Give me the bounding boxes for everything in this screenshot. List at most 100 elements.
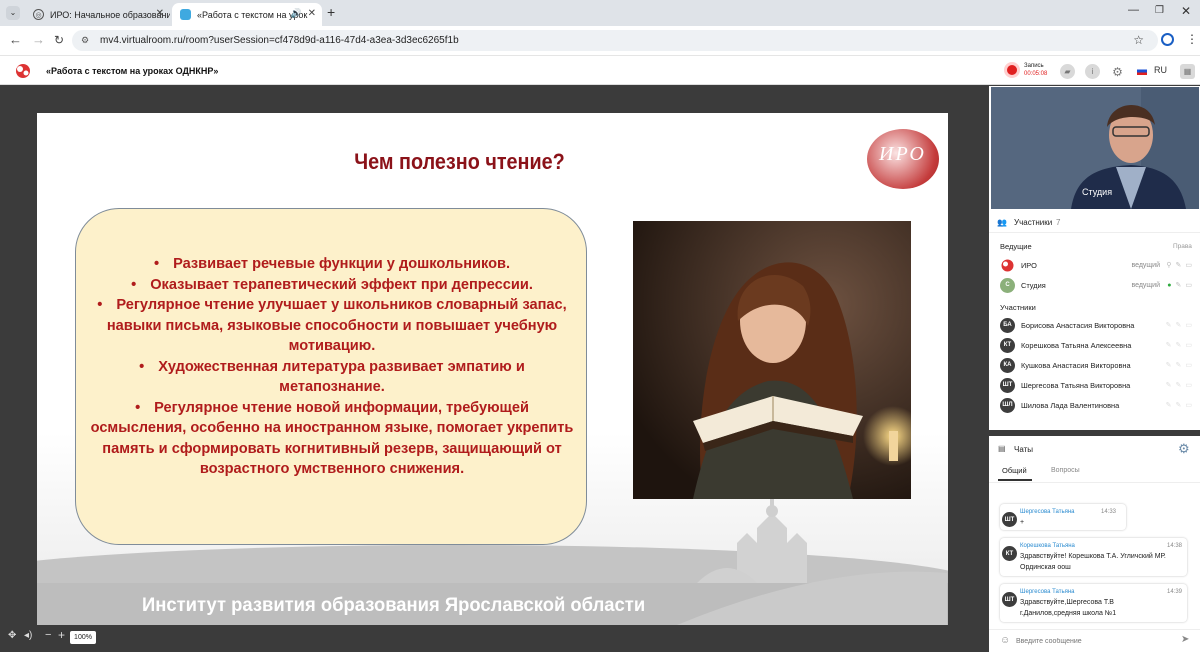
avatar: ШЛ (1000, 397, 1015, 413)
host-name: ИРО (1021, 260, 1037, 270)
bullet-list: Развивает речевые функции у дошкольников… (86, 254, 578, 480)
message-time: 14:39 (1166, 589, 1182, 595)
message-author: Шергесова Татьяна (1020, 589, 1075, 595)
tab-room[interactable]: «Работа с текстом на урок 🔊 ✕ (172, 3, 322, 26)
bullets-bubble: Развивает речевые функции у дошкольников… (75, 208, 587, 545)
url-field[interactable]: ⚙ mv4.virtualroom.ru/room?userSession=cf… (72, 30, 1158, 51)
iro-slide-logo: ИРО (867, 129, 939, 189)
participants-count: 7 (1056, 218, 1061, 227)
chat-input-row: ☺ ➤ (989, 629, 1200, 652)
participant-rights-icons[interactable]: ✎✎▭ (1166, 401, 1196, 409)
volume-icon[interactable]: ◂) (24, 630, 32, 641)
settings-gear-icon[interactable]: ⚙ (1110, 64, 1125, 79)
bullet-item: Художественная литература развивает эмпа… (86, 357, 578, 398)
close-icon[interactable]: ✕ (156, 8, 164, 19)
host-role: ведущий (1131, 281, 1160, 289)
url-text: mv4.virtualroom.ru/room?userSession=cf47… (100, 35, 459, 46)
avatar: КА (1000, 357, 1015, 373)
iro-logo-icon (16, 64, 30, 78)
participant-row[interactable]: КТ Корешкова Татьяна Алексеевна ✎✎▭ (1000, 336, 1196, 354)
russian-flag-icon[interactable] (1137, 67, 1147, 75)
record-button[interactable] (1004, 62, 1020, 78)
avatar: ШТ (1002, 512, 1017, 527)
chat-tabs: Общий Вопросы (989, 463, 1200, 483)
record-time: 00:05:08 (1024, 71, 1048, 77)
host-row-iro[interactable]: ИРО ведущий ⚲✎▭ (1000, 256, 1196, 274)
participant-name: Шилова Лада Валентиновна (1021, 400, 1120, 410)
participant-rights-icons[interactable]: ✎✎▭ (1166, 381, 1196, 389)
speaker-icon[interactable]: 🔊 (291, 8, 302, 19)
logo-text: ИРО (879, 143, 926, 165)
bookmark-star-icon[interactable]: ☆ (1133, 30, 1144, 51)
host-row-studio[interactable]: С Студия ведущий ●✎▭ (1000, 276, 1196, 294)
maximize-button[interactable]: ❐ (1155, 5, 1164, 16)
tab-iro[interactable]: ◎ ИРО: Начальное образование ✕ (25, 3, 170, 26)
language-selector[interactable]: RU (1154, 65, 1167, 75)
host-name: Студия (1021, 280, 1046, 290)
participant-rights-icons[interactable]: ✎✎▭ (1166, 361, 1196, 369)
folder-icon[interactable]: ▰ (1060, 64, 1075, 79)
participant-rights-icons[interactable]: ✎✎▭ (1166, 321, 1196, 329)
participant-rights-icons[interactable]: ✎✎▭ (1166, 341, 1196, 349)
app-header: «Работа с текстом на уроках ОДНКНР» Запи… (0, 55, 1200, 85)
zoom-out-button[interactable]: − (45, 629, 51, 641)
participant-name: Шергесова Татьяна Викторовна (1021, 380, 1131, 390)
chat-tab-questions[interactable]: Вопросы (1051, 467, 1080, 474)
profile-icon[interactable] (1161, 33, 1174, 46)
close-icon[interactable]: ✕ (308, 8, 316, 19)
emoji-icon[interactable]: ☺ (1000, 635, 1010, 646)
iro-avatar-icon (1001, 259, 1014, 271)
reload-icon[interactable]: ↻ (54, 33, 64, 47)
tab-title: ИРО: Начальное образование (50, 9, 170, 20)
participant-name: Кушкова Анастасия Викторовна (1021, 360, 1131, 370)
message-time: 14:33 (1101, 509, 1117, 515)
avatar: С (1000, 277, 1015, 293)
participant-row[interactable]: ШЛ Шилова Лада Валентиновна ✎✎▭ (1000, 396, 1196, 414)
record-label: Запись (1024, 63, 1044, 69)
slide-title: Чем полезно чтение? (354, 149, 565, 174)
presentation-slide: Чем полезно чтение? ИРО Развивает речевы… (37, 113, 948, 625)
girl-reading-photo (633, 221, 911, 499)
site-settings-icon[interactable]: ⚙ (81, 30, 89, 51)
room-title: «Работа с текстом на уроках ОДНКНР» (46, 66, 219, 76)
participant-row[interactable]: КА Кушкова Анастасия Викторовна ✎✎▭ (1000, 356, 1196, 374)
new-tab-button[interactable]: + (327, 4, 335, 20)
send-icon[interactable]: ➤ (1181, 634, 1189, 645)
zoom-level[interactable]: 100% (70, 631, 96, 644)
message-text: Здравствуйте,Шергесова Т.В г.Данилов,сре… (1020, 599, 1117, 617)
host-rights-icons[interactable]: ●✎▭ (1167, 281, 1196, 289)
chat-divider (989, 430, 1200, 436)
tab-search-icon[interactable]: ⌄ (6, 6, 20, 20)
chat-message: ШТ Шергесова Татьяна 14:39 Здравствуйте,… (1000, 584, 1187, 622)
room-favicon-icon (180, 9, 191, 20)
menu-dots-icon[interactable]: ⋮ (1186, 32, 1198, 46)
pan-icon[interactable]: ✥ (8, 630, 16, 641)
zoom-in-button[interactable]: + (58, 628, 65, 642)
participant-name: Борисова Анастасия Викторовна (1021, 320, 1135, 330)
zoom-controls: ✥ ◂) − + 100% (0, 625, 988, 652)
participants-header: 👥 Участники 7 (989, 213, 1200, 233)
forward-icon[interactable]: → (32, 33, 45, 47)
avatar: ШТ (1002, 592, 1017, 607)
participant-row[interactable]: ШТ Шергесова Татьяна Викторовна ✎✎▭ (1000, 376, 1196, 394)
host-rights-icons[interactable]: ⚲✎▭ (1166, 261, 1196, 269)
chat-header: ▤ Чаты ⚙ (989, 439, 1200, 461)
chat-message-input[interactable] (1016, 634, 1171, 648)
avatar: ШТ (1000, 377, 1015, 393)
address-bar-row: ← → ↻ ⚙ mv4.virtualroom.ru/room?userSess… (0, 26, 1200, 55)
chat-tab-general[interactable]: Общий (1002, 466, 1027, 475)
chat-settings-icon[interactable]: ⚙ (1178, 441, 1190, 457)
back-icon[interactable]: ← (9, 33, 22, 47)
members-label: Участники (1000, 303, 1036, 312)
participants-title: Участники (1014, 218, 1053, 227)
avatar: КТ (1002, 546, 1017, 561)
info-icon[interactable]: i (1085, 64, 1100, 79)
participant-row[interactable]: БА Борисова Анастасия Викторовна ✎✎▭ (1000, 316, 1196, 334)
chat-message: ШТ Шергесова Татьяна 14:33 + (1000, 504, 1126, 530)
right-panel: Студия 👥 Участники 7 Ведущие Права ИРО в… (989, 86, 1200, 652)
bullet-item: Оказывает терапевтический эффект при деп… (86, 275, 578, 296)
minimize-button[interactable]: — (1128, 4, 1139, 16)
close-window-button[interactable]: ✕ (1181, 4, 1191, 18)
fullscreen-icon[interactable]: ▦ (1180, 64, 1195, 79)
rights-label: Права (1173, 243, 1192, 250)
